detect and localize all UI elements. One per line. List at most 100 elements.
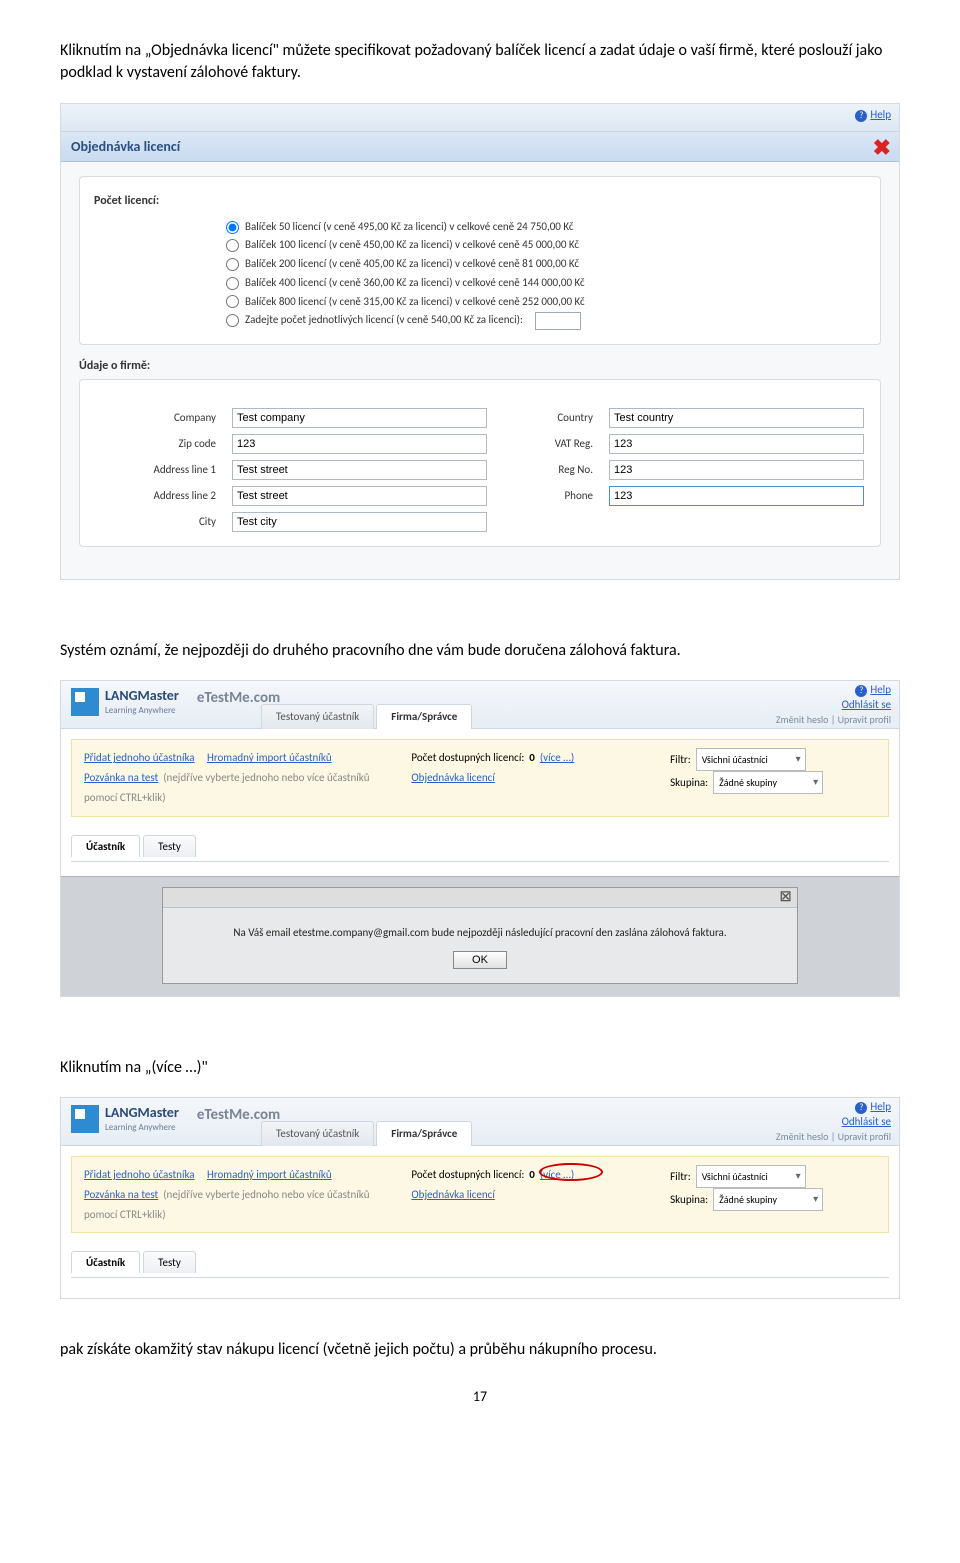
tab-firma[interactable]: Firma/Správce — [376, 704, 472, 729]
main-tabs: Testovaný účastník Firma/Správce — [261, 704, 474, 729]
close-icon[interactable]: ✖ — [873, 134, 891, 161]
more-link[interactable]: (více …) — [540, 751, 574, 764]
add-one-link[interactable]: Přidat jednoho účastníka — [84, 751, 195, 764]
order-link[interactable]: Objednávka licencí — [411, 771, 494, 784]
alert-message: Na Váš email etestme.company@gmail.com b… — [163, 908, 798, 951]
filtr-dropdown[interactable]: Všichni účastníci — [696, 748, 806, 771]
addr2-label: Address line 2 — [96, 489, 216, 502]
logout-link[interactable]: Odhlásit se — [842, 698, 891, 711]
filtr-dropdown-2[interactable]: Všichni účastníci — [696, 1165, 806, 1188]
logout-link-2[interactable]: Odhlásit se — [842, 1115, 891, 1128]
screenshot-app-alert: LANGMaster Learning Anywhere eTestMe.com… — [60, 680, 900, 996]
panel-mid-2: Počet dostupných licencí: 0 (více …) Obj… — [411, 1165, 640, 1205]
radio-50-input[interactable] — [226, 221, 239, 234]
addr1-input[interactable] — [232, 460, 487, 480]
panel-right: Filtr: Všichni účastníci Skupina: Žádné … — [670, 748, 876, 794]
final-paragraph: pak získáte okamžitý stav nákupu licencí… — [60, 1339, 900, 1361]
dialog-title: Objednávka licencí — [71, 138, 180, 155]
radio-400[interactable]: Balíček 400 licencí (v ceně 360,00 Kč za… — [226, 274, 864, 293]
radio-200-label: Balíček 200 licencí (v ceně 405,00 Kč za… — [245, 255, 579, 274]
radio-800[interactable]: Balíček 800 licencí (v ceně 315,00 Kč za… — [226, 293, 864, 312]
zip-input[interactable] — [232, 434, 487, 454]
count-legend: Počet licencí: — [88, 194, 165, 208]
profile-sub-links-2[interactable]: Změnit heslo | Upravit profil — [776, 1130, 891, 1144]
app-header-bar: ?Help — [61, 104, 899, 132]
radio-custom[interactable]: Zadejte počet jednotlivých licencí (v ce… — [226, 311, 864, 330]
import-link-2[interactable]: Hromadný import účastníků — [207, 1168, 332, 1181]
help-link-2[interactable]: Help — [870, 1100, 891, 1113]
invite-link-2[interactable]: Pozvánka na test — [84, 1188, 158, 1201]
more-link-2[interactable]: (více …) — [540, 1168, 574, 1181]
tab-testovany[interactable]: Testovaný účastník — [261, 704, 374, 729]
action-panel-2: Přidat jednoho účastníka Hromadný import… — [71, 1156, 889, 1233]
skupina-label: Skupina: — [670, 776, 708, 789]
company-input[interactable] — [232, 408, 487, 428]
phone-label: Phone — [503, 489, 593, 502]
profile-sub-links[interactable]: Změnit heslo | Upravit profil — [776, 713, 891, 727]
logo-2: LANGMaster Learning Anywhere — [71, 1104, 179, 1133]
alert-close-icon[interactable]: ☒ — [163, 888, 798, 908]
modal-area: Objednávka licencí ✖ Počet licencí: Balí… — [61, 132, 899, 579]
vat-label: VAT Reg. — [503, 437, 593, 450]
invite-link[interactable]: Pozvánka na test — [84, 771, 158, 784]
radio-100-label: Balíček 100 licencí (v ceně 450,00 Kč za… — [245, 236, 579, 255]
city-input[interactable] — [232, 512, 487, 532]
lic-count-value-2: 0 — [529, 1168, 535, 1181]
lic-count-label-2: Počet dostupných licencí: — [411, 1168, 524, 1181]
help-icon: ? — [855, 685, 867, 697]
logo: LANGMaster Learning Anywhere — [71, 687, 179, 716]
logo-icon — [71, 688, 99, 716]
help-link[interactable]: Help — [870, 683, 891, 696]
tab-testy[interactable]: Testy — [143, 835, 196, 857]
para-click-more: Kliknutím na „(více …)" — [60, 1057, 900, 1079]
tab-testy-2[interactable]: Testy — [143, 1251, 196, 1273]
firm-grid: Company Country Zip code VAT Reg. Addres… — [96, 408, 864, 532]
lic-count-value: 0 — [529, 751, 535, 764]
tab-testovany-2[interactable]: Testovaný účastník — [261, 1121, 374, 1146]
radio-100-input[interactable] — [226, 239, 239, 252]
panel-left-2: Přidat jednoho účastníka Hromadný import… — [84, 1165, 381, 1224]
screenshot-app-marked: LANGMaster Learning Anywhere eTestMe.com… — [60, 1097, 900, 1299]
vat-input[interactable] — [609, 434, 864, 454]
tab-ucastnik[interactable]: Účastník — [71, 835, 140, 857]
filtr-label: Filtr: — [670, 753, 691, 766]
radio-custom-label: Zadejte počet jednotlivých licencí (v ce… — [245, 311, 523, 330]
addr2-input[interactable] — [232, 486, 487, 506]
fieldset-firm: Company Country Zip code VAT Reg. Addres… — [79, 379, 881, 547]
logo-subtext-2: Learning Anywhere — [105, 1122, 179, 1133]
lic-count-label: Počet dostupných licencí: — [411, 751, 524, 764]
help-link-top[interactable]: ?Help — [855, 108, 891, 122]
radio-400-input[interactable] — [226, 277, 239, 290]
radio-custom-input[interactable] — [226, 314, 239, 327]
tab-ucastnik-2[interactable]: Účastník — [71, 1251, 140, 1273]
country-input[interactable] — [609, 408, 864, 428]
page-number: 17 — [60, 1388, 900, 1405]
reg-label: Reg No. — [503, 463, 593, 476]
logo-text-2: LANGMaster — [105, 1104, 179, 1121]
radio-400-label: Balíček 400 licencí (v ceně 360,00 Kč za… — [245, 274, 585, 293]
firm-legend: Údaje o firmě: — [79, 359, 881, 373]
alert-box: ☒ Na Váš email etestme.company@gmail.com… — [162, 887, 799, 984]
add-one-link-2[interactable]: Přidat jednoho účastníka — [84, 1168, 195, 1181]
radio-50[interactable]: Balíček 50 licencí (v ceně 495,00 Kč za … — [226, 218, 864, 237]
phone-input[interactable] — [609, 486, 864, 506]
order-link-2[interactable]: Objednávka licencí — [411, 1188, 494, 1201]
help-icon: ? — [855, 1102, 867, 1114]
tab-firma-2[interactable]: Firma/Správce — [376, 1121, 472, 1146]
panel-mid: Počet dostupných licencí: 0 (více …) Obj… — [411, 748, 640, 788]
panel-right-2: Filtr: Všichni účastníci Skupina: Žádné … — [670, 1165, 876, 1211]
skupina-dropdown[interactable]: Žádné skupiny — [713, 771, 823, 794]
reg-input[interactable] — [609, 460, 864, 480]
custom-count-input[interactable] — [535, 312, 581, 330]
radio-200-input[interactable] — [226, 258, 239, 271]
fieldset-count: Počet licencí: Balíček 50 licencí (v cen… — [79, 176, 881, 345]
dialog-titlebar: Objednávka licencí ✖ — [61, 132, 899, 162]
radio-800-input[interactable] — [226, 295, 239, 308]
radio-200[interactable]: Balíček 200 licencí (v ceně 405,00 Kč za… — [226, 255, 864, 274]
radio-100[interactable]: Balíček 100 licencí (v ceně 450,00 Kč za… — [226, 236, 864, 255]
main-tabs-2: Testovaný účastník Firma/Správce — [261, 1121, 474, 1146]
import-link[interactable]: Hromadný import účastníků — [207, 751, 332, 764]
skupina-dropdown-2[interactable]: Žádné skupiny — [713, 1188, 823, 1211]
ok-button[interactable]: OK — [453, 951, 507, 969]
logo-subtext: Learning Anywhere — [105, 705, 179, 716]
